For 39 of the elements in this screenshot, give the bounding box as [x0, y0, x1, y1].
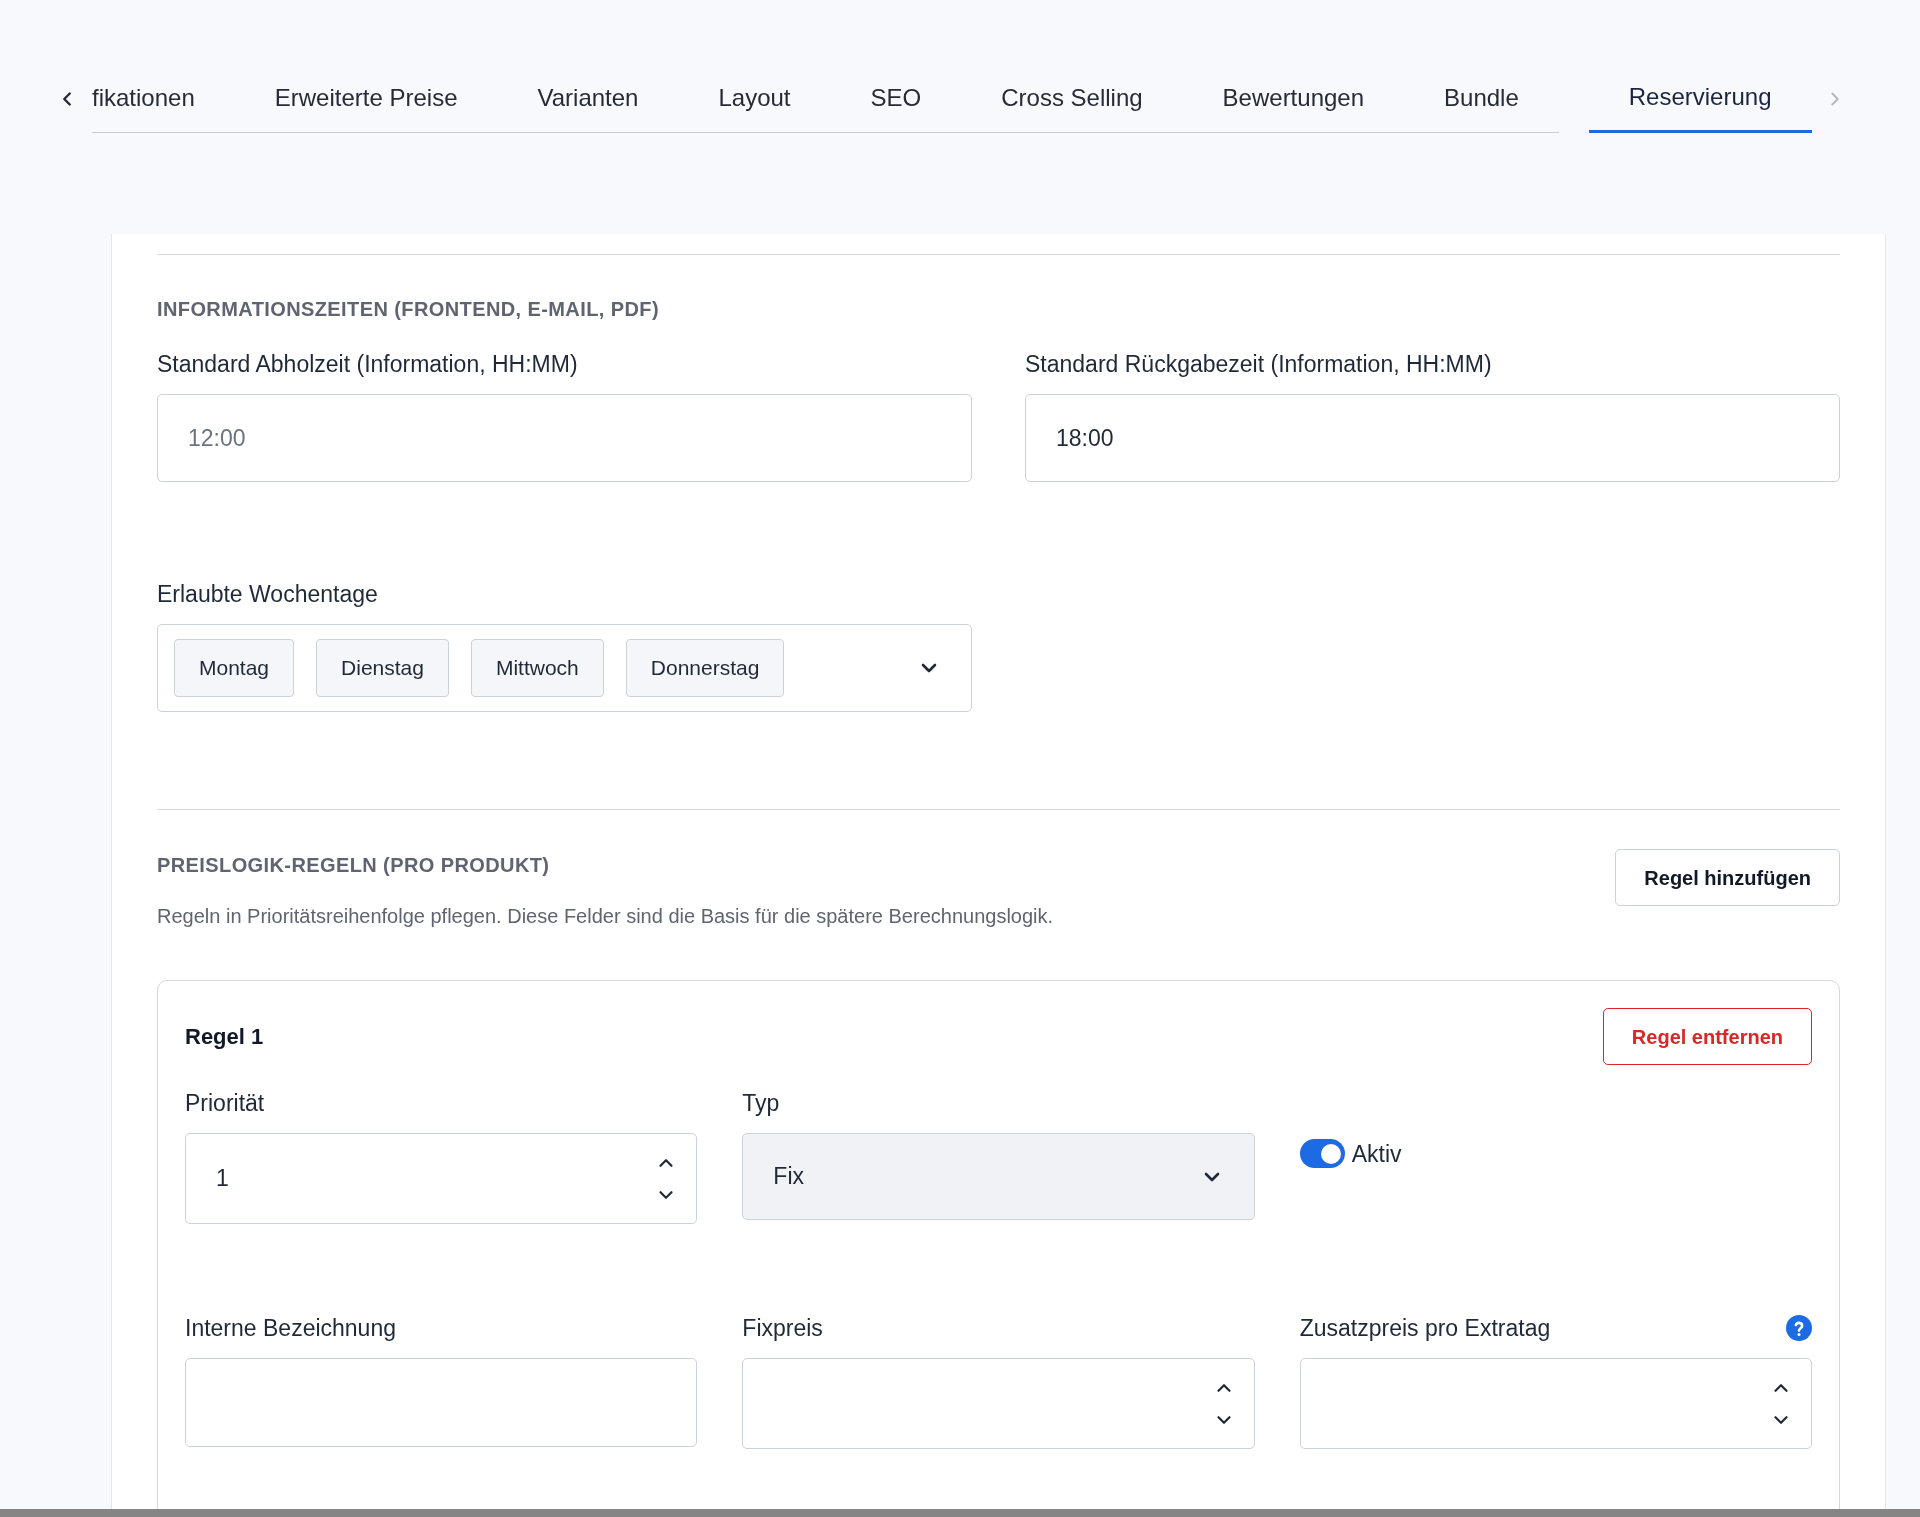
tab[interactable]: Bewertungen: [1182, 64, 1405, 133]
tab[interactable]: Varianten: [497, 64, 679, 133]
toggle-label: Aktiv: [1351, 1139, 1402, 1168]
weekday-chip[interactable]: Montag: [174, 639, 295, 697]
section-description: Regeln in Prioritätsreihenfolge pflegen. Diese Felder sind die Basis für die spätere Berechnungslogik.: [157, 904, 1054, 929]
section-heading: INFORMATIONSZEITEN (FRONTEND, E-MAIL, PDF): [157, 297, 660, 321]
weekday-select[interactable]: Montag Dienstag Mittwoch Donnerstag: [157, 624, 972, 712]
section-heading: PREISLOGIK-REGELN (PRO PRODUKT): [157, 853, 551, 877]
tab[interactable]: fikationen: [92, 64, 235, 133]
tab[interactable]: SEO: [830, 64, 962, 133]
field-label: Typ: [742, 1089, 780, 1117]
tab[interactable]: Erweiterte Preise: [234, 64, 498, 133]
field-label: Standard Abholzeit (Information, HH:MM): [157, 350, 579, 378]
remove-rule-button[interactable]: Regel entfernen: [1602, 1008, 1812, 1065]
tab[interactable]: Bundle: [1404, 64, 1559, 133]
help-icon[interactable]: [1786, 1315, 1812, 1341]
tab[interactable]: Cross Selling: [961, 64, 1183, 133]
weekday-chip[interactable]: Dienstag: [316, 639, 449, 697]
field-label: Standard Rückgabezeit (Information, HH:MM): [1025, 350, 1493, 378]
field-label: Fixpreis: [742, 1314, 823, 1342]
field-label: Erlaubte Wochentage: [157, 580, 379, 608]
toggle-switch[interactable]: [1299, 1139, 1345, 1168]
weekday-chip[interactable]: Donnerstag: [625, 639, 785, 697]
horizontal-scrollbar[interactable]: [0, 1509, 1920, 1517]
field-label: Interne Bezeichnung: [185, 1314, 396, 1342]
tab[interactable]: Layout: [678, 64, 831, 133]
time-field[interactable]: 12:00: [157, 394, 972, 482]
text-field[interactable]: [185, 1358, 698, 1447]
number-field[interactable]: [1299, 1358, 1812, 1449]
number-field[interactable]: [742, 1358, 1255, 1449]
rule-title: Regel 1: [185, 1023, 264, 1051]
type-select[interactable]: Fix: [742, 1133, 1255, 1220]
field-label: Zusatzpreis pro Extratag: [1299, 1314, 1551, 1342]
tab[interactable]: Reservierung: [1588, 64, 1812, 133]
number-field[interactable]: 1: [185, 1133, 698, 1224]
weekday-chip[interactable]: Mittwoch: [470, 639, 604, 697]
time-field[interactable]: 18:00: [1025, 394, 1840, 482]
add-rule-button[interactable]: Regel hinzufügen: [1615, 849, 1840, 906]
field-label: Priorität: [185, 1089, 265, 1117]
